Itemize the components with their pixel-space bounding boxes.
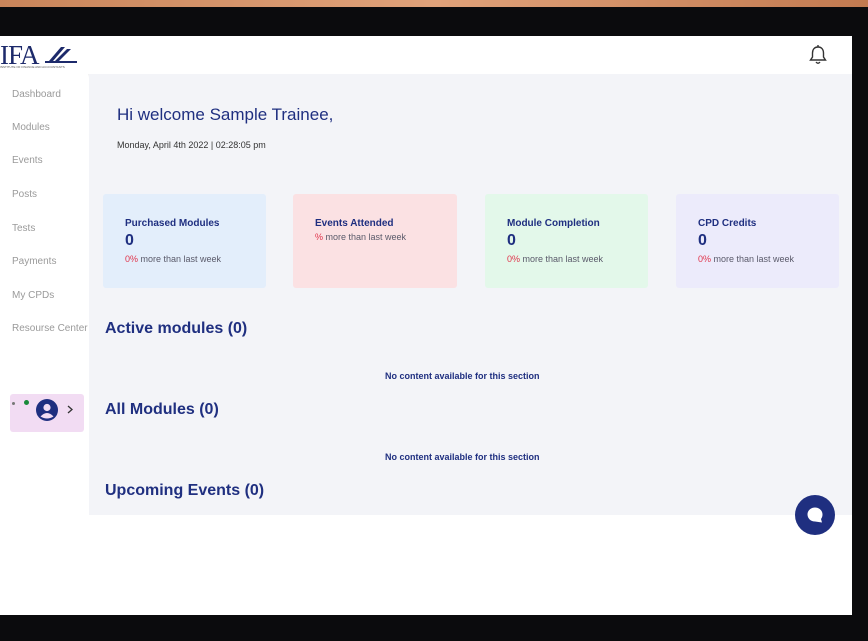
delta-text: more than last week <box>323 232 407 242</box>
sidebar-item-dashboard[interactable]: Dashboard <box>12 89 61 100</box>
delta-text: more than last week <box>138 254 222 264</box>
delta-text: more than last week <box>520 254 604 264</box>
page-bottom-area <box>0 515 852 615</box>
bell-icon[interactable] <box>808 44 828 66</box>
card-delta: 0% more than last week <box>507 254 603 264</box>
sidebar-item-payments[interactable]: Payments <box>12 256 56 267</box>
card-delta: 0% more than last week <box>698 254 794 264</box>
sidebar-item-my-cpds[interactable]: My CPDs <box>12 290 54 301</box>
user-circle-icon <box>36 399 58 421</box>
top-bar: IFA INSTITUTE OF FINANCE AND ACCOUNTANTS <box>0 36 852 74</box>
card-title: Purchased Modules <box>125 218 220 229</box>
delta-percent: 0% <box>507 254 521 264</box>
card-title: Module Completion <box>507 218 600 229</box>
card-value: 0 <box>125 232 134 249</box>
window-top-accent <box>0 0 868 7</box>
sidebar-item-modules[interactable]: Modules <box>12 122 50 133</box>
chat-launcher-button[interactable] <box>795 495 835 535</box>
active-modules-heading: Active modules (0) <box>105 320 248 337</box>
delta-percent: 0% <box>698 254 712 264</box>
profile-marker <box>12 402 15 405</box>
delta-text: more than last week <box>711 254 795 264</box>
sidebar-item-posts[interactable]: Posts <box>12 189 37 200</box>
delta-percent: 0% <box>125 254 139 264</box>
card-value: 0 <box>507 232 516 249</box>
sidebar-item-resource-center[interactable]: Resourse Center <box>12 323 88 334</box>
card-delta: % more than last week <box>315 232 406 242</box>
card-purchased-modules[interactable]: Purchased Modules 0 0% more than last we… <box>103 194 266 288</box>
card-events-attended[interactable]: Events Attended % more than last week <box>293 194 457 288</box>
card-module-completion[interactable]: Module Completion 0 0% more than last we… <box>485 194 648 288</box>
card-value: 0 <box>698 232 707 249</box>
app-screen: IFA INSTITUTE OF FINANCE AND ACCOUNTANTS… <box>0 36 852 615</box>
card-title: CPD Credits <box>698 218 757 229</box>
chat-bubble-icon <box>807 507 823 523</box>
all-modules-heading: All Modules (0) <box>105 401 219 418</box>
welcome-heading: Hi welcome Sample Trainee, <box>117 105 334 124</box>
sidebar-item-events[interactable]: Events <box>12 155 43 166</box>
dashboard-main: Hi welcome Sample Trainee, Monday, April… <box>89 74 852 515</box>
online-status-dot <box>24 400 29 405</box>
all-modules-empty-message: No content available for this section <box>385 452 540 462</box>
current-date-time: Monday, April 4th 2022 | 02:28:05 pm <box>117 140 266 150</box>
delta-percent: % <box>315 232 324 242</box>
card-delta: 0% more than last week <box>125 254 221 264</box>
logo-subtext: INSTITUTE OF FINANCE AND ACCOUNTANTS <box>0 65 65 69</box>
active-modules-empty-message: No content available for this section <box>385 371 540 381</box>
chevron-right-icon <box>67 405 73 414</box>
card-cpd-credits[interactable]: CPD Credits 0 0% more than last week <box>676 194 839 288</box>
logo-stripes-icon <box>44 47 77 63</box>
upcoming-events-heading: Upcoming Events (0) <box>105 482 265 499</box>
card-title: Events Attended <box>315 218 394 229</box>
sidebar-item-tests[interactable]: Tests <box>12 223 35 234</box>
profile-menu[interactable] <box>10 394 84 432</box>
